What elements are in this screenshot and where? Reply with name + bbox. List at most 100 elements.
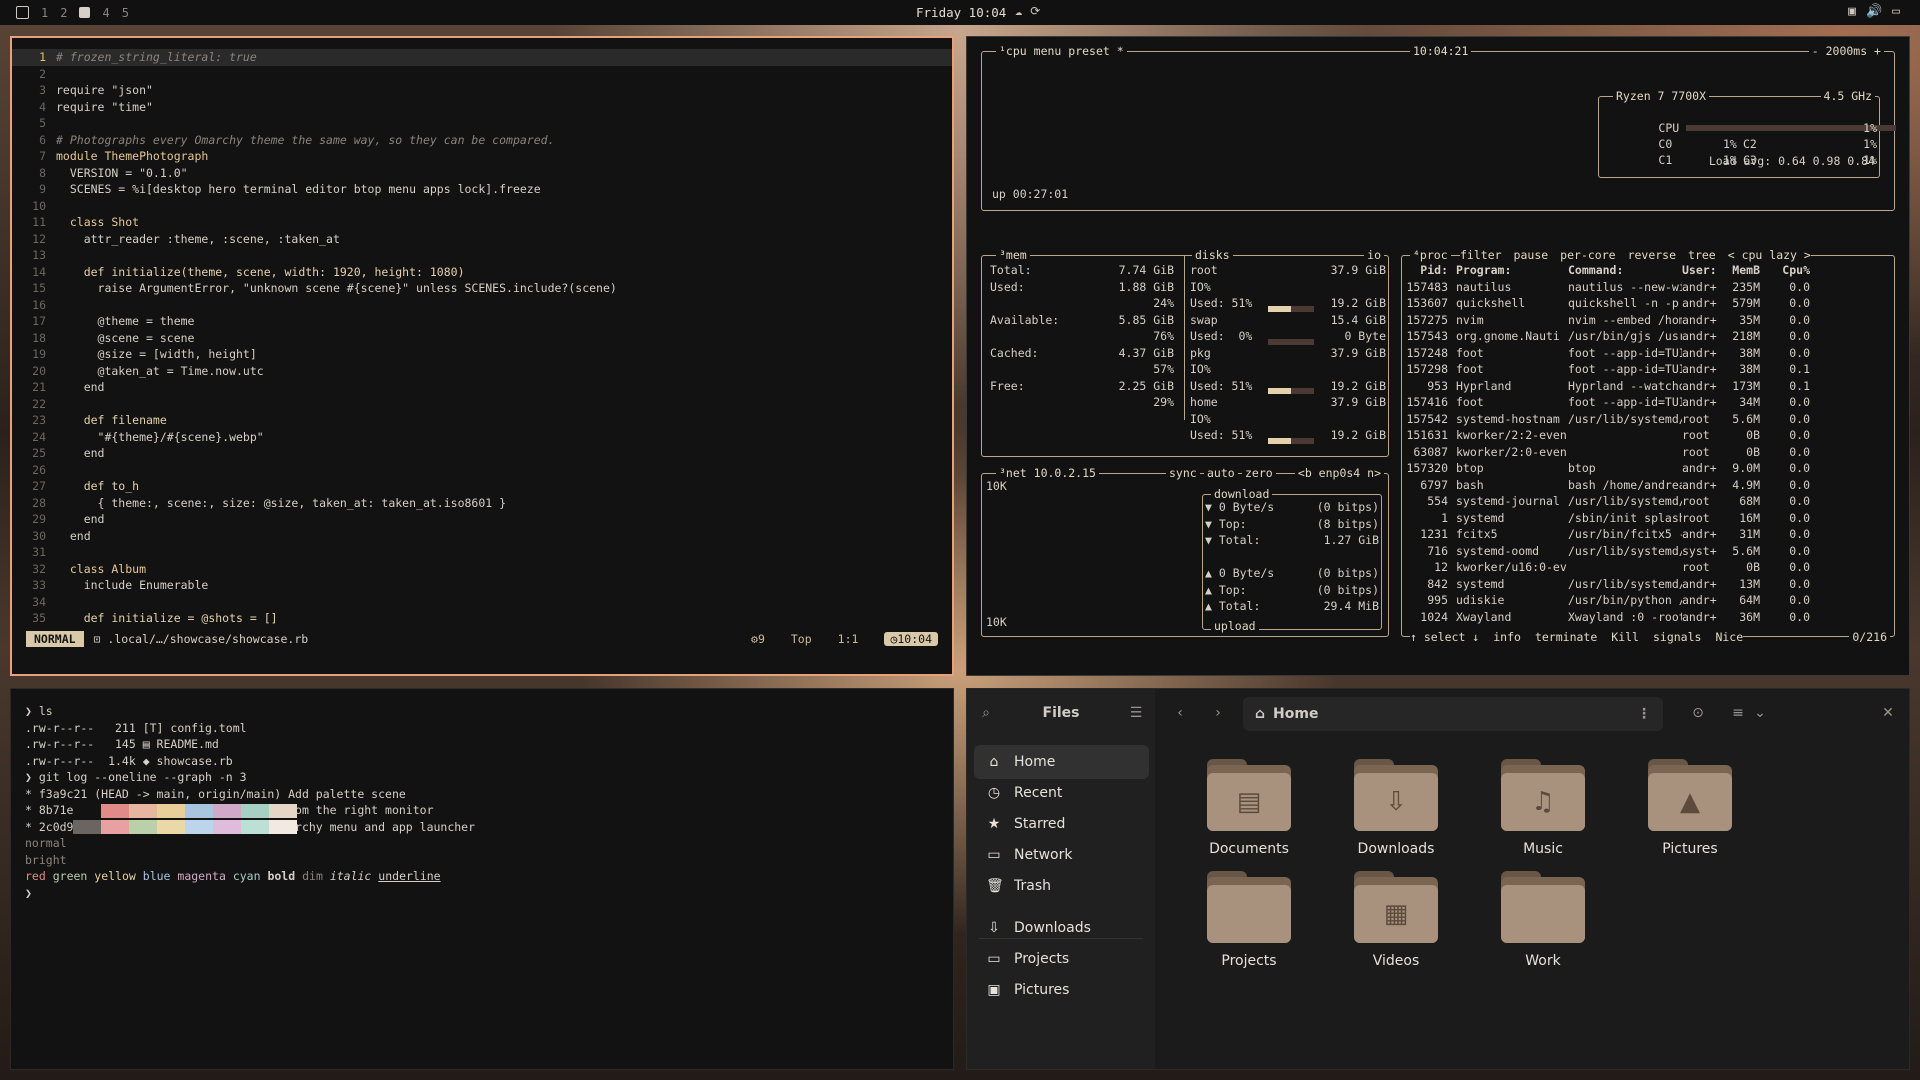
proc-row[interactable]: 157416 foot foot --app-id=TUI. andr+ 34M 0.0 (1406, 394, 1892, 411)
screen-record-icon[interactable]: ▣ (1848, 4, 1866, 19)
display-icon[interactable]: ▭ (1892, 4, 1910, 19)
code-line[interactable]: 10 (12, 198, 952, 215)
workspace-3-active[interactable] (79, 7, 91, 18)
cpu-box-title[interactable]: ¹cpu menu preset * (996, 44, 1127, 58)
net-zero[interactable]: zero (1242, 466, 1276, 480)
sidebar-item-recent[interactable]: ◷ Recent (974, 776, 1149, 810)
proc-row[interactable]: 157542 systemd-hostnam/usr/lib/systemd/s r… (1406, 411, 1892, 428)
folder-label[interactable]: Music (1473, 841, 1613, 857)
proc-action[interactable]: info (1493, 630, 1521, 644)
proc-row[interactable]: 157298 foot foot --app-id=TUI. andr+ 38M 0.1 (1406, 361, 1892, 378)
code-line[interactable]: 33 include Enumerable (12, 577, 952, 594)
code-line[interactable]: 34 (12, 594, 952, 611)
omarchy-logo-icon[interactable] (16, 6, 29, 19)
code-line[interactable]: 13 (12, 247, 952, 264)
code-line[interactable]: 29 end (12, 511, 952, 528)
list-view-icon[interactable]: ≡ (1729, 704, 1747, 722)
code-line[interactable]: 23 def filename (12, 412, 952, 429)
code-line[interactable]: 6 # Photographs every Omarchy theme the s… (12, 132, 952, 149)
close-icon[interactable]: ✕ (1879, 704, 1897, 722)
proc-action[interactable]: Kill (1611, 630, 1639, 644)
code-line[interactable]: 32 class Album (12, 561, 952, 578)
folder-downloads[interactable]: ⇩ (1354, 759, 1438, 831)
path-menu-icon[interactable]: ⋮ (1637, 706, 1651, 722)
code-area[interactable]: 1 # frozen_string_literal: true 2 3 require … (12, 49, 952, 627)
code-line[interactable]: 12 attr_reader :theme, :scene, :taken_at (12, 231, 952, 248)
proc-row[interactable]: 1231 fcitx5/usr/bin/fcitx5 -- andr+ 31M 0.0 (1406, 526, 1892, 543)
path-bar[interactable]: ⌂ Home ⋮ (1243, 697, 1663, 731)
workspace-5[interactable]: 5 (122, 6, 129, 20)
proc-tab[interactable]: per-core (1560, 248, 1615, 262)
folder-label[interactable]: Pictures (1620, 841, 1760, 857)
neovim-editor[interactable]: 1 # frozen_string_literal: true 2 3 require … (10, 36, 954, 676)
code-line[interactable]: 7 module ThemePhotograph (12, 148, 952, 165)
code-line[interactable]: 21 end (12, 379, 952, 396)
terminal[interactable]: ❯ ls .rw-r--r-- 211 [T] config.toml .rw-r-… (10, 688, 954, 1070)
proc-tab[interactable]: reverse (1628, 248, 1676, 262)
proc-action[interactable]: Nice (1715, 630, 1743, 644)
folder-pictures[interactable]: ▲ (1648, 759, 1732, 831)
proc-action[interactable]: ↑ select ↓ (1410, 630, 1479, 644)
code-line[interactable]: 18 @scene = scene (12, 330, 952, 347)
code-line[interactable]: 16 (12, 297, 952, 314)
proc-tab[interactable]: < cpu lazy > (1728, 248, 1811, 262)
code-line[interactable]: 25 end (12, 445, 952, 462)
workspace-1[interactable]: 1 (41, 6, 48, 20)
code-line[interactable]: 19 @size = [width, height] (12, 346, 952, 363)
proc-row[interactable]: 716 systemd-oomd/usr/lib/systemd/s syst+ 5.… (1406, 543, 1892, 560)
code-line[interactable]: 20 @taken_at = Time.now.utc (12, 363, 952, 380)
proc-row[interactable]: 157320 btop btop andr+ 9.0M 0.0 (1406, 460, 1892, 477)
code-line[interactable]: 27 def to_h (12, 478, 952, 495)
folder-documents[interactable]: ▤ (1207, 759, 1291, 831)
sidebar-item-trash[interactable]: 🗑 Trash (974, 869, 1149, 903)
net-sync[interactable]: sync (1166, 466, 1200, 480)
net-box-title[interactable]: ³net 10.0.2.15 (996, 466, 1099, 480)
prompt[interactable]: ❯ (25, 885, 939, 902)
proc-tab[interactable]: pause (1514, 248, 1549, 262)
view-options-icon[interactable]: ⌄ (1751, 704, 1769, 722)
proc-row[interactable]: 157483 nautilus nautilus --new-win andr+ 235… (1406, 279, 1892, 296)
proc-row[interactable]: 1 systemd/sbin/init splash root 16M 0.0 (1406, 510, 1892, 527)
code-line[interactable]: 35 def initialize = @shots = [] (12, 610, 952, 627)
folder-music[interactable]: ♫ (1501, 759, 1585, 831)
forward-icon[interactable]: › (1209, 704, 1227, 722)
proc-row[interactable]: 63087 kworker/2:0-even root 0B 0.0 (1406, 444, 1892, 461)
code-line[interactable]: 24 "#{theme}/#{scene}.webp" (12, 429, 952, 446)
sidebar-item-projects[interactable]: ▭ Projects (974, 942, 1149, 976)
code-line[interactable]: 11 class Shot (12, 214, 952, 231)
proc-row[interactable]: 151631 kworker/2:2-even root 0B 0.0 (1406, 427, 1892, 444)
code-line[interactable]: 1 # frozen_string_literal: true (12, 49, 952, 66)
code-line[interactable]: 5 (12, 115, 952, 132)
proc-tab[interactable]: filter (1460, 248, 1502, 262)
proc-row[interactable]: 953 Hyprland Hyprland --watchdo andr+ 173M 0.… (1406, 378, 1892, 395)
code-line[interactable]: 3 require "json" (12, 82, 952, 99)
clock[interactable]: Friday 10:04 (916, 5, 1006, 20)
mem-box-title[interactable]: ³mem (996, 248, 1030, 262)
folder-projects[interactable] (1207, 871, 1291, 943)
back-icon[interactable]: ‹ (1171, 704, 1189, 722)
cloud-icon[interactable]: ☁ (1015, 4, 1030, 18)
io-toggle[interactable]: io (1364, 248, 1384, 262)
folder-label[interactable]: Documents (1179, 841, 1319, 857)
folder-videos[interactable]: ▦ (1354, 871, 1438, 943)
workspace-2[interactable]: 2 (60, 6, 67, 20)
proc-row[interactable]: 554 systemd-journal/usr/lib/systemd/s root… (1406, 493, 1892, 510)
proc-row[interactable]: 1024 Xwayland Xwayland :0 -rootl andr+ 36M 0.… (1406, 609, 1892, 626)
btop-monitor[interactable]: ¹cpu menu preset * 10:04:21 - 2000ms + u… (966, 36, 1910, 676)
update-interval[interactable]: - 2000ms + (1808, 44, 1884, 58)
code-line[interactable]: 17 @theme = theme (12, 313, 952, 330)
refresh-icon[interactable]: ⟳ (1030, 4, 1048, 18)
net-interface[interactable]: <b enp0s4 n> (1294, 466, 1384, 480)
camera-icon[interactable]: ⊙ (1689, 704, 1707, 722)
sidebar-item-pictures[interactable]: ▣ Pictures (974, 973, 1149, 1007)
menu-icon[interactable]: ☰ (1127, 704, 1145, 722)
net-auto[interactable]: auto (1204, 466, 1238, 480)
proc-action[interactable]: terminate (1535, 630, 1597, 644)
code-line[interactable]: 31 (12, 544, 952, 561)
code-line[interactable]: 26 (12, 462, 952, 479)
proc-row[interactable]: 157543 org.gnome.Nauti/usr/bin/gjs /usr/a… (1406, 328, 1892, 345)
code-line[interactable]: 15 raise ArgumentError, "unknown scene #… (12, 280, 952, 297)
proc-action[interactable]: signals (1653, 630, 1701, 644)
proc-row[interactable]: 153607 quickshell quickshell -n -p / andr+ 5… (1406, 295, 1892, 312)
volume-icon[interactable]: 🔊 (1866, 4, 1892, 19)
